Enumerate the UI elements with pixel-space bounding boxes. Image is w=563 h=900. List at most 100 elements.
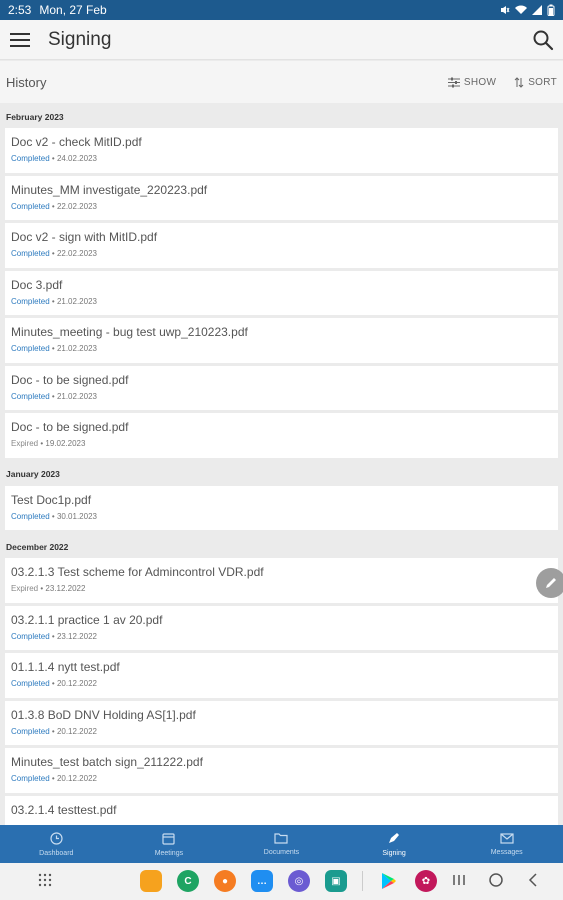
wifi-icon <box>515 5 527 14</box>
document-meta: Completed • 30.01.2023 <box>11 512 552 521</box>
document-date: 24.02.2023 <box>56 154 97 163</box>
document-meta: Completed • 24.02.2023 <box>11 154 552 163</box>
document-name: 01.1.1.4 nytt test.pdf <box>11 660 120 674</box>
status-label: Completed <box>11 154 50 163</box>
app-dock: C ● … ◎ ▣ ✿ <box>140 870 437 892</box>
phone-app-icon[interactable]: C <box>177 870 199 892</box>
pencil-icon <box>546 578 556 588</box>
signing-history-list[interactable]: February 2023 Doc v2 - check MitID.pdf Com… <box>0 103 563 825</box>
sort-label: SORT <box>528 76 557 88</box>
messages-app-icon[interactable]: … <box>251 870 273 892</box>
document-date: 20.12.2022 <box>56 774 97 783</box>
document-date: 21.02.2023 <box>56 296 97 306</box>
nav-tab-messages[interactable]: Messages <box>450 825 563 863</box>
document-list-item[interactable]: Minutes_meeting - bug test uwp_210223.pd… <box>5 318 558 363</box>
document-list-item[interactable]: Doc - to be signed.pdf Completed • 21.02.… <box>5 365 558 410</box>
separator-dot: • <box>49 511 57 521</box>
hamburger-menu-icon[interactable] <box>0 20 40 60</box>
mail-icon <box>500 832 514 846</box>
document-date: 22.02.2023 <box>56 201 97 211</box>
clock-icon <box>50 831 63 847</box>
back-icon[interactable] <box>526 872 540 888</box>
document-meta: Completed • 20.12.2022 <box>11 679 552 688</box>
nav-tab-label: Meetings <box>154 849 184 857</box>
document-date: 21.02.2023 <box>56 391 97 401</box>
nav-tab-signing[interactable]: Signing <box>338 825 451 863</box>
system-nav-buttons <box>452 872 540 888</box>
document-list-item[interactable]: Doc 3.pdf Completed • 21.02.2023 <box>5 270 558 315</box>
nav-tab-meetings[interactable]: Meetings <box>113 825 226 863</box>
document-meta: Completed • 22.02.2023 <box>11 249 552 258</box>
document-list-item[interactable]: 03.2.1.1 practice 1 av 20.pdf Completed •… <box>5 605 558 650</box>
group-header: February 2023 <box>6 111 64 122</box>
document-list-item[interactable]: Test Doc1p.pdf Completed • 30.01.2023 <box>5 485 558 530</box>
document-list-item[interactable]: Doc - to be signed.pdf Expired • 19.02.20… <box>5 413 558 458</box>
separator-dot: • <box>49 154 57 163</box>
document-meta: Completed • 20.12.2022 <box>11 727 552 736</box>
contacts-app-icon[interactable]: ● <box>214 870 236 892</box>
document-list-item[interactable]: Minutes_MM investigate_220223.pdf Complet… <box>5 175 558 220</box>
separator-dot: • <box>49 201 57 211</box>
document-date: 20.12.2022 <box>56 726 97 736</box>
document-list-item[interactable]: 01.1.1.4 nytt test.pdf Completed • 20.12.… <box>5 653 558 698</box>
status-label: Expired <box>11 584 39 593</box>
edit-fab-button[interactable] <box>536 568 563 598</box>
separator-dot: • <box>49 391 57 401</box>
nav-tab-label: Signing <box>382 850 406 857</box>
play-store-icon[interactable] <box>378 870 400 892</box>
document-date: 30.01.2023 <box>56 511 97 521</box>
document-name: Doc - to be signed.pdf <box>11 420 129 434</box>
status-date: Mon, 27 Feb <box>39 3 107 17</box>
history-toolbar: History SHOW SORT <box>0 61 563 103</box>
home-icon[interactable] <box>488 872 504 888</box>
document-list-item[interactable]: Minutes_test batch sign_211222.pdf Comple… <box>5 748 558 793</box>
show-label: SHOW <box>463 76 497 88</box>
separator-dot: • <box>49 249 57 258</box>
document-meta: Completed • 23.12.2022 <box>11 632 552 641</box>
document-list-item[interactable]: Doc v2 - check MitID.pdf Completed • 24.0… <box>5 128 558 173</box>
nav-tab-label: Dashboard <box>39 849 74 857</box>
status-label: Completed <box>11 201 50 211</box>
status-time: 2:53 <box>8 3 32 17</box>
separator-dot: • <box>49 726 57 736</box>
app-drawer-icon[interactable] <box>38 873 52 892</box>
status-bar: 2:53 Mon, 27 Feb <box>0 0 563 20</box>
document-list-item[interactable]: 01.3.8 BoD DNV Holding AS[1].pdf Complete… <box>5 700 558 745</box>
document-date: 21.02.2023 <box>56 344 97 353</box>
document-name: Doc - to be signed.pdf <box>11 372 129 387</box>
document-date: 19.02.2023 <box>45 439 86 448</box>
dock-divider <box>362 871 363 891</box>
calendar-icon <box>162 832 175 847</box>
document-meta: Completed • 21.02.2023 <box>11 392 552 401</box>
show-filter-button[interactable]: SHOW <box>447 76 497 88</box>
status-label: Completed <box>11 249 50 258</box>
nav-tab-label: Documents <box>263 849 300 856</box>
document-list-item[interactable]: 03.2.1.4 testtest.pdf <box>5 795 558 825</box>
app-bar: Signing <box>0 20 563 60</box>
settings-app-icon[interactable]: ✿ <box>415 870 437 892</box>
document-date: 23.12.2022 <box>45 584 86 593</box>
search-icon[interactable] <box>523 20 563 60</box>
mute-icon <box>501 6 510 14</box>
document-name: Test Doc1p.pdf <box>11 492 92 507</box>
status-icons <box>500 4 555 16</box>
internet-app-icon[interactable]: ◎ <box>288 870 310 892</box>
folder-app-icon[interactable] <box>140 870 162 892</box>
document-date: 20.12.2022 <box>56 679 97 688</box>
document-meta: Completed • 20.12.2022 <box>11 774 552 783</box>
recents-icon[interactable] <box>452 873 466 887</box>
document-name: Doc v2 - sign with MitID.pdf <box>11 230 158 244</box>
separator-dot: • <box>49 774 57 783</box>
nav-tab-dashboard[interactable]: Dashboard <box>0 825 113 863</box>
document-name: 01.3.8 BoD DNV Holding AS[1].pdf <box>11 707 196 722</box>
document-list-item[interactable]: Doc v2 - sign with MitID.pdf Completed • … <box>5 223 558 268</box>
status-label: Completed <box>11 774 50 783</box>
document-name: Minutes_test batch sign_211222.pdf <box>11 755 203 769</box>
status-label: Expired <box>11 439 39 448</box>
gallery-app-icon[interactable]: ▣ <box>325 870 347 892</box>
status-label: Completed <box>11 391 50 401</box>
sort-button[interactable]: SORT <box>514 77 557 88</box>
document-list-item[interactable]: 03.2.1.3 Test scheme for Admincontrol VD… <box>5 558 558 603</box>
nav-tab-documents[interactable]: Documents <box>225 825 338 863</box>
separator-dot: • <box>49 344 57 353</box>
